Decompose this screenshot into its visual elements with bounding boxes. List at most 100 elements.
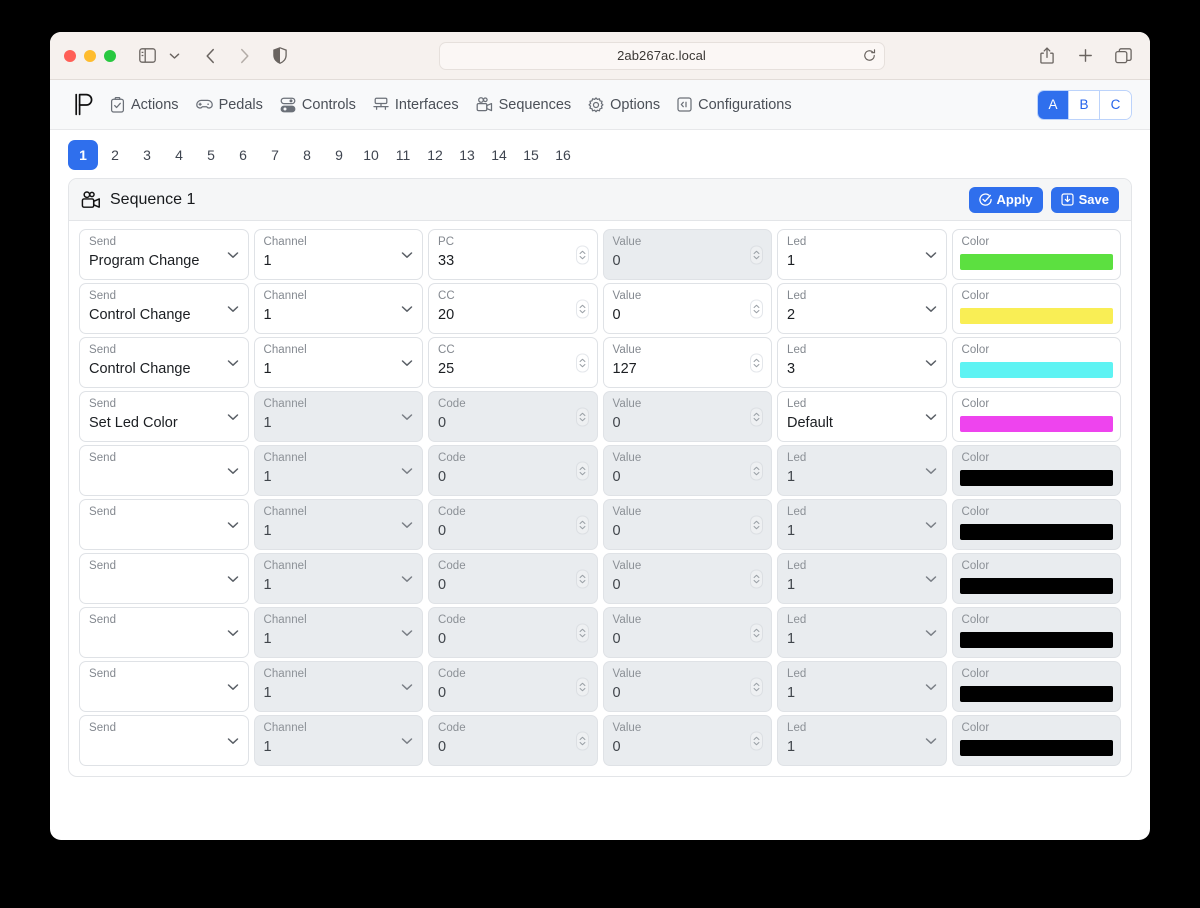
sequence-row: Send Channel 1 Code 0 Value 0 Led 1 Color	[79, 661, 1121, 712]
bank-button-b[interactable]: B	[1069, 90, 1100, 119]
number-stepper[interactable]	[750, 731, 763, 750]
number-stepper[interactable]	[575, 353, 589, 372]
page-tab-12[interactable]: 12	[420, 140, 450, 170]
page-tab-7[interactable]: 7	[260, 140, 290, 170]
page-tab-10[interactable]: 10	[356, 140, 386, 170]
field-value: Value 0	[602, 553, 772, 604]
nav-item-interfaces[interactable]: Interfaces	[373, 97, 459, 113]
field-value: Default	[787, 415, 833, 431]
field-send[interactable]: Send Set Led Color	[79, 391, 249, 442]
field-code[interactable]: PC 33	[428, 229, 598, 280]
reload-icon[interactable]	[863, 49, 876, 62]
number-stepper[interactable]	[575, 677, 589, 696]
field-send[interactable]: Send	[79, 499, 249, 550]
field-send[interactable]: Send	[79, 553, 249, 604]
color-swatch[interactable]	[959, 308, 1113, 324]
field-led[interactable]: Led Default	[777, 391, 947, 442]
page-tab-14[interactable]: 14	[484, 140, 514, 170]
number-stepper[interactable]	[750, 569, 763, 588]
number-stepper[interactable]	[575, 623, 589, 642]
nav-item-pedals[interactable]: Pedals	[195, 97, 263, 113]
number-stepper[interactable]	[575, 515, 589, 534]
page-tab-4[interactable]: 4	[164, 140, 194, 170]
page-tab-11[interactable]: 11	[388, 140, 418, 170]
page-tab-15[interactable]: 15	[516, 140, 546, 170]
number-stepper[interactable]	[575, 407, 589, 426]
page-tab-1[interactable]: 1	[68, 140, 98, 170]
close-window-button[interactable]	[64, 49, 76, 62]
number-stepper[interactable]	[575, 299, 589, 318]
number-stepper[interactable]	[575, 461, 589, 480]
field-send[interactable]: Send	[79, 661, 249, 712]
back-arrow-icon[interactable]	[197, 43, 223, 69]
page-tab-3[interactable]: 3	[132, 140, 162, 170]
page-tab-5[interactable]: 5	[196, 140, 226, 170]
field-code: Code 0	[428, 391, 598, 442]
field-value[interactable]: Value 0	[602, 283, 772, 334]
number-stepper[interactable]	[750, 245, 763, 264]
field-send[interactable]: Send	[79, 715, 249, 766]
number-stepper[interactable]	[575, 731, 589, 750]
field-send[interactable]: Send Control Change	[79, 337, 249, 388]
color-swatch	[959, 686, 1113, 702]
number-stepper[interactable]	[750, 407, 763, 426]
color-swatch[interactable]	[959, 362, 1113, 378]
field-send[interactable]: Send Control Change	[79, 283, 249, 334]
field-value[interactable]: Value 127	[602, 337, 772, 388]
field-send[interactable]: Send Program Change	[79, 229, 249, 280]
number-stepper[interactable]	[750, 299, 763, 318]
field-send[interactable]: Send	[79, 445, 249, 496]
address-bar[interactable]: 2ab267ac.local	[438, 41, 885, 70]
bank-button-c[interactable]: C	[1100, 90, 1131, 119]
field-send[interactable]: Send	[79, 607, 249, 658]
share-icon[interactable]	[1034, 43, 1060, 69]
plus-icon[interactable]	[1072, 43, 1098, 69]
forward-arrow-icon[interactable]	[231, 43, 257, 69]
minimize-window-button[interactable]	[84, 49, 96, 62]
number-stepper[interactable]	[750, 353, 763, 372]
nav-label: Actions	[131, 96, 179, 113]
field-channel[interactable]: Channel 1	[253, 283, 423, 334]
field-code[interactable]: CC 20	[428, 283, 598, 334]
page-tab-6[interactable]: 6	[228, 140, 258, 170]
number-stepper[interactable]	[750, 515, 763, 534]
bank-button-a[interactable]: A	[1038, 90, 1069, 119]
nav-item-actions[interactable]: Actions	[110, 96, 179, 113]
page-tab-2[interactable]: 2	[100, 140, 130, 170]
page-tab-9[interactable]: 9	[324, 140, 354, 170]
tab-overview-icon[interactable]	[1110, 43, 1136, 69]
nav-item-controls[interactable]: Controls	[280, 97, 356, 113]
field-value: 1	[263, 631, 272, 647]
number-stepper[interactable]	[750, 461, 763, 480]
app-logo[interactable]	[68, 93, 100, 116]
number-stepper[interactable]	[575, 245, 589, 264]
field-led[interactable]: Led 3	[777, 337, 947, 388]
field-channel[interactable]: Channel 1	[253, 229, 423, 280]
apply-button[interactable]: Apply	[968, 186, 1043, 213]
field-color[interactable]: Color	[951, 283, 1121, 334]
number-stepper[interactable]	[750, 677, 763, 696]
page-tab-13[interactable]: 13	[452, 140, 482, 170]
field-led[interactable]: Led 2	[777, 283, 947, 334]
field-code[interactable]: CC 25	[428, 337, 598, 388]
field-channel[interactable]: Channel 1	[253, 337, 423, 388]
sidebar-icon[interactable]	[134, 43, 160, 69]
field-color[interactable]: Color	[951, 229, 1121, 280]
nav-item-options[interactable]: Options	[588, 97, 660, 113]
network-icon	[373, 97, 389, 112]
color-swatch[interactable]	[959, 254, 1113, 270]
maximize-window-button[interactable]	[104, 49, 116, 62]
chevron-down-icon[interactable]	[161, 43, 187, 69]
number-stepper[interactable]	[575, 569, 589, 588]
shield-icon[interactable]	[267, 43, 293, 69]
color-swatch[interactable]	[959, 416, 1113, 432]
page-tab-8[interactable]: 8	[292, 140, 322, 170]
nav-item-sequences[interactable]: Sequences	[476, 97, 571, 113]
field-led[interactable]: Led 1	[777, 229, 947, 280]
page-tab-16[interactable]: 16	[548, 140, 578, 170]
field-color[interactable]: Color	[951, 391, 1121, 442]
nav-item-configurations[interactable]: Configurations	[677, 97, 792, 113]
field-color[interactable]: Color	[951, 337, 1121, 388]
number-stepper[interactable]	[750, 623, 763, 642]
save-button[interactable]: Save	[1050, 186, 1119, 213]
